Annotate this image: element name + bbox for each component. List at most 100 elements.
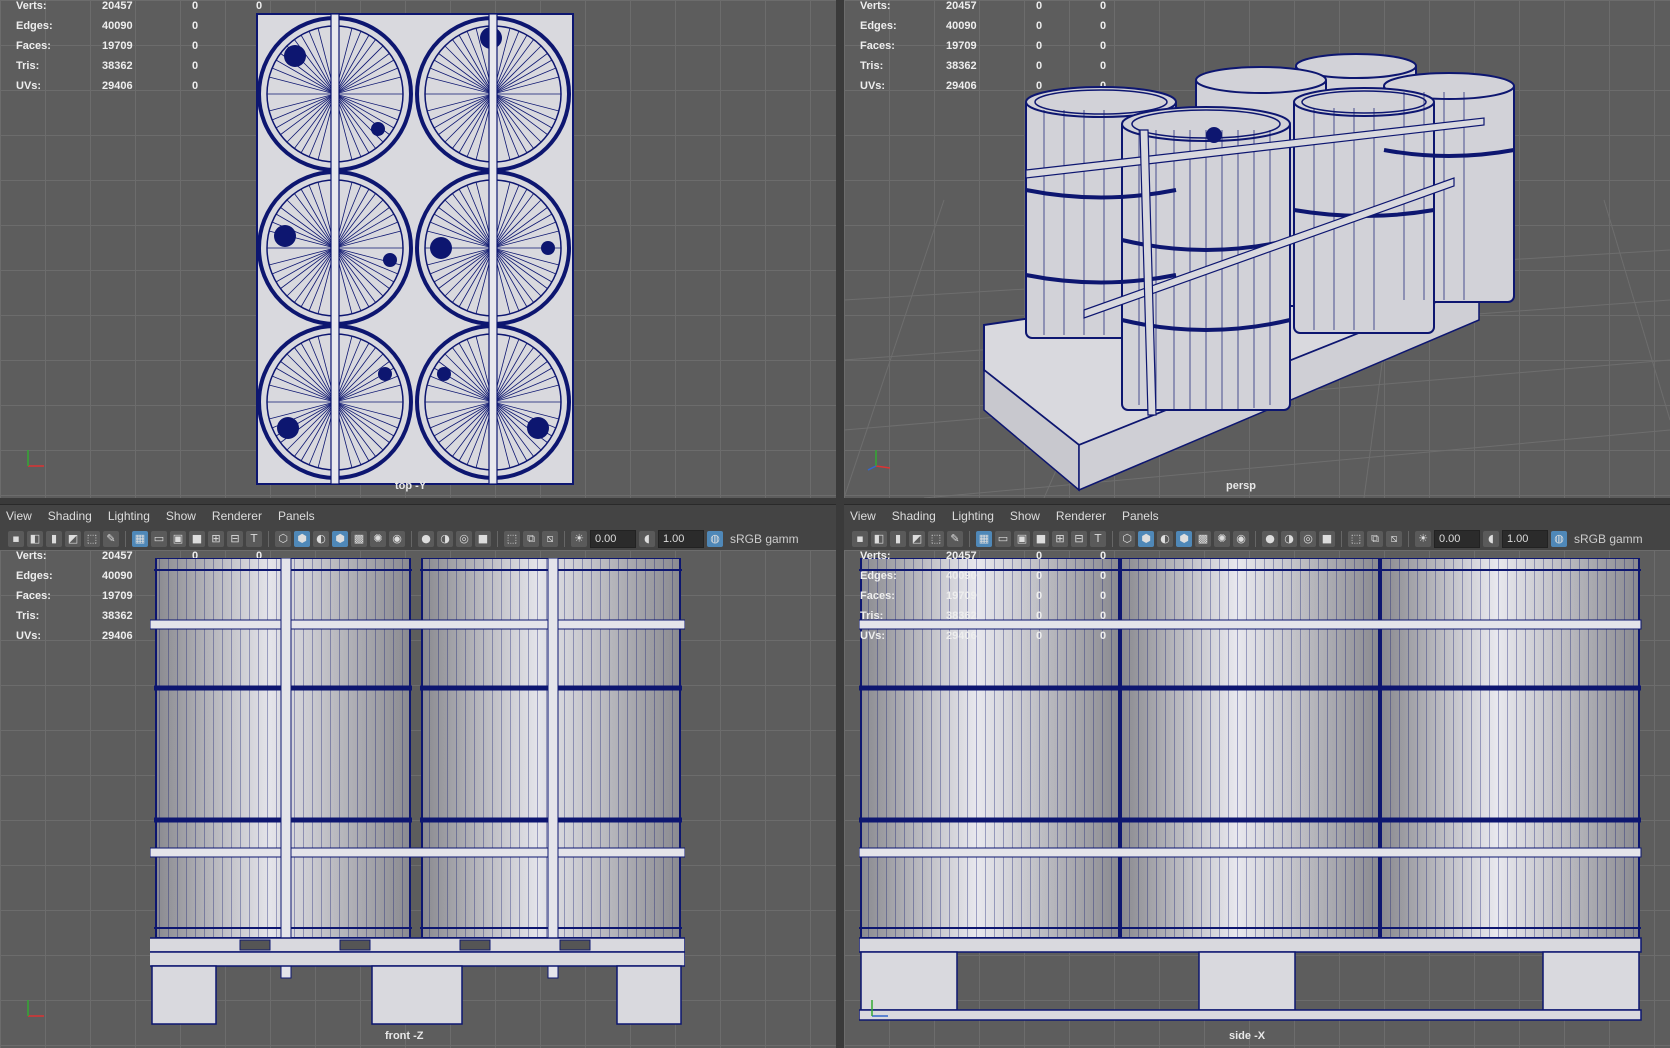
hud-label: Edges: xyxy=(16,570,53,582)
ambient-occlusion-icon[interactable]: ◎ xyxy=(1300,531,1316,547)
menu-shading[interactable]: Shading xyxy=(48,509,92,523)
shadows-icon[interactable]: ◉ xyxy=(389,531,405,547)
axis-gizmo-icon xyxy=(27,450,44,467)
gamma-field[interactable]: 1.00 xyxy=(1502,530,1548,548)
exposure-field[interactable]: 0.00 xyxy=(1434,530,1480,548)
panel-menu-bar: View Shading Lighting Show Renderer Pane… xyxy=(844,504,1670,551)
textured-icon[interactable]: ▩ xyxy=(351,531,367,547)
gamma-icon[interactable]: ◖ xyxy=(1483,531,1499,547)
menu-show[interactable]: Show xyxy=(1010,509,1040,523)
menu-lighting[interactable]: Lighting xyxy=(108,509,150,523)
gate-mask-icon[interactable]: ■ xyxy=(189,531,205,547)
hud-component: 0 xyxy=(1100,590,1107,602)
menu-show[interactable]: Show xyxy=(166,509,196,523)
camera-attributes-icon[interactable]: ◧ xyxy=(871,531,887,547)
flat-lighting-icon[interactable]: ◐ xyxy=(1157,531,1173,547)
gamma-field[interactable]: 1.00 xyxy=(658,530,704,548)
hud-total: 20457 xyxy=(102,0,133,12)
grid-icon[interactable]: ▦ xyxy=(976,531,992,547)
color-space-label[interactable]: sRGB gamm xyxy=(1574,532,1643,546)
xray-icon[interactable]: ● xyxy=(418,531,434,547)
use-all-lights-icon[interactable]: ✺ xyxy=(370,531,386,547)
flat-lighting-icon[interactable]: ◐ xyxy=(313,531,329,547)
motion-blur-icon[interactable]: ⧅ xyxy=(1386,531,1402,547)
field-chart-icon[interactable]: ⊞ xyxy=(1052,531,1068,547)
viewport-front[interactable]: Verts: 20457 0 0 Edges: 40090 0 0 Faces:… xyxy=(0,550,836,1048)
exposure-field[interactable]: 0.00 xyxy=(590,530,636,548)
front-view-model[interactable] xyxy=(150,558,685,1026)
smooth-shade-icon[interactable]: ⬢ xyxy=(294,531,310,547)
safe-title-icon[interactable]: T xyxy=(246,531,262,547)
menu-shading[interactable]: Shading xyxy=(892,509,936,523)
image-plane-icon[interactable]: ◩ xyxy=(65,531,81,547)
image-plane-icon[interactable]: ◩ xyxy=(909,531,925,547)
menu-lighting[interactable]: Lighting xyxy=(952,509,994,523)
gamma-icon[interactable]: ◖ xyxy=(639,531,655,547)
field-chart-icon[interactable]: ⊞ xyxy=(208,531,224,547)
select-camera-icon[interactable]: ▪ xyxy=(852,531,868,547)
menu-renderer[interactable]: Renderer xyxy=(1056,509,1106,523)
textured-icon[interactable]: ▩ xyxy=(1195,531,1211,547)
xray-joints-icon[interactable]: ◑ xyxy=(437,531,453,547)
gate-mask-icon[interactable]: ■ xyxy=(1033,531,1049,547)
resolution-gate-icon[interactable]: ▣ xyxy=(1014,531,1030,547)
isolate-select-icon[interactable]: ■ xyxy=(1319,531,1335,547)
hud-selected: 0 xyxy=(192,0,199,12)
motion-blur-icon[interactable]: ⧅ xyxy=(542,531,558,547)
xray-joints-icon[interactable]: ◑ xyxy=(1281,531,1297,547)
resolution-gate-icon[interactable]: ▣ xyxy=(170,531,186,547)
menu-view[interactable]: View xyxy=(6,509,32,523)
exposure-icon[interactable]: ☀ xyxy=(571,531,587,547)
hud-row-faces: Faces: 19709 0 0 xyxy=(16,40,286,60)
depth-of-field-icon[interactable]: ⧉ xyxy=(523,531,539,547)
safe-title-icon[interactable]: T xyxy=(1090,531,1106,547)
ambient-occlusion-icon[interactable]: ◎ xyxy=(456,531,472,547)
persp-view-model[interactable] xyxy=(844,0,1670,498)
camera-attributes-icon[interactable]: ◧ xyxy=(27,531,43,547)
viewport-side[interactable]: Verts: 20457 0 0 Edges: 40090 0 0 Faces:… xyxy=(844,550,1670,1048)
safe-action-icon[interactable]: ⊟ xyxy=(227,531,243,547)
menu-view[interactable]: View xyxy=(850,509,876,523)
menu-panels[interactable]: Panels xyxy=(1122,509,1159,523)
hud-selected: 0 xyxy=(1036,590,1043,602)
hud-label: Tris: xyxy=(16,60,40,72)
film-gate-icon[interactable]: ▭ xyxy=(995,531,1011,547)
wireframe-on-shaded-icon[interactable]: ⬢ xyxy=(332,531,348,547)
hud-total: 19709 xyxy=(946,590,977,602)
color-management-icon[interactable]: ◍ xyxy=(707,531,723,547)
bookmark-icon[interactable]: ▮ xyxy=(46,531,62,547)
menu-panels[interactable]: Panels xyxy=(278,509,315,523)
top-view-model[interactable] xyxy=(255,12,575,486)
depth-of-field-icon[interactable]: ⧉ xyxy=(1367,531,1383,547)
hud-label: Edges: xyxy=(16,20,53,32)
grease-pencil-icon[interactable]: ✎ xyxy=(103,531,119,547)
smooth-shade-icon[interactable]: ⬢ xyxy=(1138,531,1154,547)
hud-label: UVs: xyxy=(16,630,42,642)
wireframe-on-shaded-icon[interactable]: ⬢ xyxy=(1176,531,1192,547)
exposure-icon[interactable]: ☀ xyxy=(1415,531,1431,547)
2d-pan-zoom-icon[interactable]: ⬚ xyxy=(928,531,944,547)
color-management-icon[interactable]: ◍ xyxy=(1551,531,1567,547)
shadows-icon[interactable]: ◉ xyxy=(1233,531,1249,547)
wireframe-icon[interactable]: ⬡ xyxy=(275,531,291,547)
safe-action-icon[interactable]: ⊟ xyxy=(1071,531,1087,547)
grease-pencil-icon[interactable]: ✎ xyxy=(947,531,963,547)
wireframe-icon[interactable]: ⬡ xyxy=(1119,531,1135,547)
grid-icon[interactable]: ▦ xyxy=(132,531,148,547)
viewport-top[interactable]: Verts: 20457 0 0 Edges: 40090 0 0 Faces:… xyxy=(0,0,836,498)
isolate-select-icon[interactable]: ■ xyxy=(475,531,491,547)
film-gate-icon[interactable]: ▭ xyxy=(151,531,167,547)
toolbar-separator xyxy=(411,531,412,547)
viewport-divider[interactable] xyxy=(836,0,844,1048)
color-space-label[interactable]: sRGB gamm xyxy=(730,532,799,546)
menu-renderer[interactable]: Renderer xyxy=(212,509,262,523)
hud-row-verts: Verts: 20457 0 0 xyxy=(860,550,1130,570)
2d-pan-zoom-icon[interactable]: ⬚ xyxy=(84,531,100,547)
bookmark-icon[interactable]: ▮ xyxy=(890,531,906,547)
select-camera-icon[interactable]: ▪ xyxy=(8,531,24,547)
multisample-icon[interactable]: ⬚ xyxy=(1348,531,1364,547)
multisample-icon[interactable]: ⬚ xyxy=(504,531,520,547)
xray-icon[interactable]: ● xyxy=(1262,531,1278,547)
use-all-lights-icon[interactable]: ✺ xyxy=(1214,531,1230,547)
viewport-persp[interactable]: Verts: 20457 0 0 Edges: 40090 0 0 Faces:… xyxy=(844,0,1670,498)
